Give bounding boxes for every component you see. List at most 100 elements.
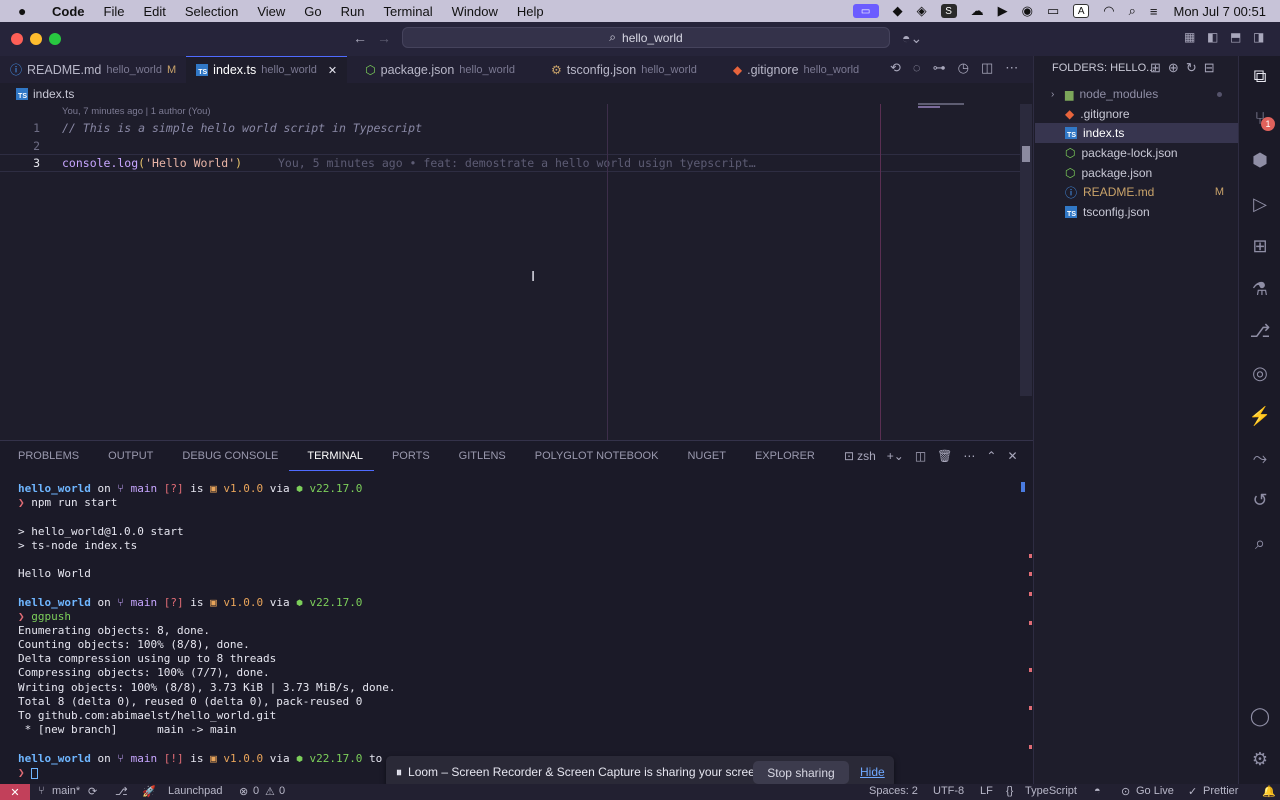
control-center-icon[interactable]: ≡ — [1150, 4, 1158, 19]
split-terminal-icon[interactable]: ◫ — [915, 449, 926, 463]
tab-gitignore[interactable]: ◆ .gitignore hello_world — [723, 56, 869, 83]
scrollbar-thumb[interactable] — [1022, 146, 1030, 162]
breadcrumb-file[interactable]: index.ts — [33, 87, 74, 101]
file-package-lock[interactable]: ⬡ package-lock.json — [1035, 143, 1238, 163]
status-language[interactable]: TypeScript — [1025, 785, 1077, 797]
terminal-input-line[interactable]: ❯ — [18, 766, 39, 779]
hide-link[interactable]: Hide — [860, 765, 885, 779]
tab-output[interactable]: OUTPUT — [90, 441, 164, 471]
status-eol[interactable]: LF — [980, 785, 993, 797]
close-panel-icon[interactable]: ✕ — [1007, 449, 1017, 463]
notifications-icon[interactable]: 🔔 — [1262, 785, 1276, 798]
gitlens-icon[interactable]: ⎇ — [1248, 319, 1272, 343]
tab-ports[interactable]: PORTS — [374, 441, 441, 471]
tab-index-ts[interactable]: TS index.ts hello_world ✕ — [186, 56, 348, 83]
file-package-json[interactable]: ⬡ package.json — [1035, 163, 1238, 183]
copilot-icon[interactable]: ◓⌄ — [902, 30, 922, 47]
toggle-sidebar-icon[interactable]: ◧ — [1207, 30, 1218, 44]
s-app-icon[interactable]: S — [940, 4, 957, 18]
breadcrumb[interactable]: TS index.ts — [16, 87, 74, 101]
menu-selection[interactable]: Selection — [185, 4, 238, 19]
layout-icon[interactable]: ▦ — [1184, 30, 1195, 44]
cloud-icon[interactable]: ☁ — [971, 3, 984, 19]
tab-problems[interactable]: PROBLEMS — [0, 441, 90, 471]
search-icon[interactable]: ⌕ — [1248, 531, 1272, 555]
file-gitignore[interactable]: ◆ .gitignore — [1035, 104, 1238, 124]
menubar-clock[interactable]: Mon Jul 7 00:51 — [1173, 4, 1266, 19]
remote-indicator[interactable]: ✕ — [0, 784, 30, 800]
timeline-icon[interactable]: ◷ — [958, 60, 969, 76]
menu-app-code[interactable]: Code — [52, 4, 85, 19]
tab-debug-console[interactable]: DEBUG CONSOLE — [164, 441, 289, 471]
screen-share-icon[interactable]: ▭ — [852, 4, 879, 18]
forward-arrow-icon[interactable]: → — [377, 30, 391, 46]
apple-icon[interactable]: ● — [18, 3, 32, 19]
minimize-window-button[interactable] — [30, 33, 42, 45]
code-line-3[interactable]: console.log('Hello World') — [62, 156, 242, 170]
status-errors[interactable]: 0 — [253, 785, 259, 797]
kill-terminal-icon[interactable]: 🗑 — [937, 449, 952, 463]
pause-icon[interactable]: ⏸ — [396, 765, 402, 780]
status-encoding[interactable]: UTF-8 — [933, 785, 964, 797]
status-launchpad[interactable]: Launchpad — [168, 785, 222, 797]
menu-file[interactable]: File — [104, 4, 125, 19]
menu-run[interactable]: Run — [341, 4, 365, 19]
file-tsconfig[interactable]: TS tsconfig.json — [1035, 202, 1238, 222]
toggle-secondary-sidebar-icon[interactable]: ◨ — [1253, 30, 1264, 44]
zoom-window-button[interactable] — [49, 33, 61, 45]
account-icon[interactable]: ◯ — [1248, 704, 1272, 728]
timeline-icon[interactable]: ↺ — [1248, 488, 1272, 512]
user-circle-icon[interactable]: ◉ — [1022, 3, 1033, 19]
previous-change-icon[interactable]: ◌ — [913, 60, 921, 76]
tab-tsconfig[interactable]: ⚙ tsconfig.json hello_world — [541, 56, 707, 83]
close-window-button[interactable] — [11, 33, 23, 45]
new-file-icon[interactable]: ⊞ — [1150, 60, 1161, 76]
status-branch[interactable]: main* — [52, 785, 80, 797]
more-actions-icon[interactable]: ⋯ — [963, 449, 975, 463]
input-source-icon[interactable]: A — [1073, 4, 1090, 18]
search-icon[interactable]: ⌕ — [1129, 3, 1136, 19]
gitlens-codelens[interactable]: You, 7 minutes ago | 1 author (You) — [62, 106, 211, 117]
close-tab-icon[interactable]: ✕ — [328, 64, 337, 77]
menu-go[interactable]: Go — [304, 4, 321, 19]
git-graph-icon[interactable]: ⤳ — [1248, 446, 1272, 470]
play-icon[interactable]: ▶ — [998, 3, 1008, 19]
terminal-shell-label[interactable]: zsh — [857, 449, 876, 463]
remote-icon[interactable]: ◎ — [1248, 361, 1272, 385]
tab-terminal[interactable]: TERMINAL — [289, 441, 374, 471]
menu-help[interactable]: Help — [517, 4, 544, 19]
menu-window[interactable]: Window — [452, 4, 498, 19]
status-golive[interactable]: Go Live — [1136, 785, 1174, 797]
package-icon[interactable]: ⬢ — [1248, 148, 1272, 172]
extensions-icon[interactable]: ⊞ — [1248, 234, 1272, 258]
new-terminal-icon[interactable]: +⌄ — [887, 449, 904, 463]
tab-package-json[interactable]: ⬡ package.json hello_world — [355, 56, 525, 83]
status-warnings[interactable]: 0 — [279, 785, 285, 797]
new-folder-icon[interactable]: ⊕ — [1168, 60, 1179, 76]
menu-edit[interactable]: Edit — [143, 4, 165, 19]
code-line-1[interactable]: // This is a simple hello world script i… — [62, 121, 422, 135]
battery-icon[interactable]: ▭ — [1047, 3, 1059, 19]
next-change-icon[interactable]: ⊶ — [933, 60, 946, 76]
tab-gitlens[interactable]: GITLENS — [441, 441, 517, 471]
wifi-icon[interactable]: ◠ — [1103, 3, 1114, 19]
back-arrow-icon[interactable]: ← — [353, 30, 367, 46]
status-prettier[interactable]: Prettier — [1203, 785, 1238, 797]
explorer-icon[interactable]: ⧉ — [1248, 64, 1272, 88]
graph-icon[interactable]: ⎇ — [115, 785, 128, 798]
menu-terminal[interactable]: Terminal — [384, 4, 433, 19]
status-indent[interactable]: Spaces: 2 — [869, 785, 918, 797]
refresh-icon[interactable]: ↻ — [1186, 60, 1197, 76]
split-editor-icon[interactable]: ◫ — [981, 60, 993, 76]
tab-readme[interactable]: ⓘ README.md hello_world M — [0, 56, 186, 83]
pin-icon[interactable]: ◆ — [893, 3, 903, 19]
test-flask-icon[interactable]: ⚗ — [1248, 277, 1272, 301]
toggle-panel-icon[interactable]: ⬒ — [1230, 30, 1241, 44]
folder-node-modules[interactable]: › ▆ node_modules — [1035, 84, 1238, 104]
maximize-panel-icon[interactable]: ⌃ — [986, 449, 996, 463]
command-center-search[interactable]: ⌕ hello_world — [402, 27, 890, 48]
shield-icon[interactable]: ◈ — [917, 3, 927, 19]
sync-icon[interactable]: ⟳ — [88, 785, 97, 798]
file-index-ts[interactable]: TS index.ts — [1035, 123, 1238, 143]
run-debug-icon[interactable]: ▷ — [1248, 192, 1272, 216]
